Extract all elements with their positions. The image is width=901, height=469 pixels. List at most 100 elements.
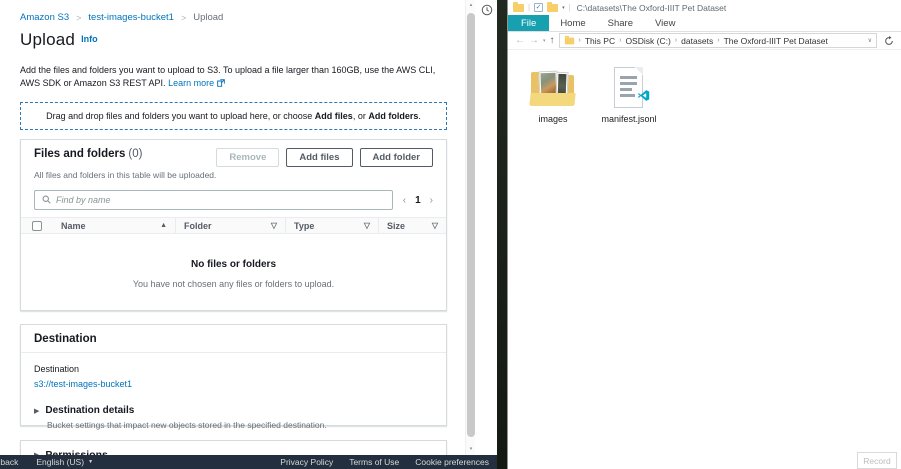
console-footer: Feedback English (US) ▼ Privacy Policy T… (0, 455, 497, 469)
folder-icon (564, 37, 573, 44)
pagination-prev-icon[interactable]: ‹ (403, 195, 406, 206)
column-header-type[interactable]: Type ▽ (285, 218, 378, 233)
privacy-policy-link[interactable]: Privacy Policy (280, 457, 333, 467)
address-segment-osdisk[interactable]: OSDisk (C:) (625, 36, 670, 46)
description-text: Add the files and folders you want to up… (20, 65, 435, 88)
folder-icon[interactable] (547, 4, 558, 12)
caret-down-icon: ▼ (88, 459, 93, 465)
page-description: Add the files and folders you want to up… (20, 64, 452, 91)
destination-bucket-link[interactable]: s3://test-images-bucket1 (34, 379, 132, 389)
scrollbar-thumb[interactable] (467, 13, 475, 437)
tab-home[interactable]: Home (549, 15, 596, 31)
address-segment-datasets[interactable]: datasets (681, 36, 713, 46)
titlebar-separator: | (569, 3, 571, 12)
filter-icon[interactable]: ▽ (271, 221, 277, 230)
destination-field-label: Destination (34, 364, 433, 374)
triangle-right-icon: ▶ (34, 407, 39, 415)
breadcrumb-bucket-link[interactable]: test-images-bucket1 (88, 12, 174, 23)
folder-icon (513, 4, 524, 12)
recent-locations-caret-icon[interactable]: ▾ (543, 38, 546, 44)
page-title: Upload (20, 30, 75, 50)
language-selector[interactable]: English (US) ▼ (36, 457, 93, 467)
column-header-size[interactable]: Size ▽ (378, 218, 446, 233)
window-title: C:\datasets\The Oxford-IIIT Pet Dataset (577, 3, 727, 13)
page-scrollbar[interactable]: ▴ ▾ (465, 0, 475, 455)
address-dropdown-icon[interactable]: ∨ (868, 37, 872, 44)
tab-share[interactable]: Share (597, 15, 644, 31)
filter-icon[interactable]: ▽ (364, 221, 370, 230)
address-separator-icon: › (619, 37, 621, 44)
file-item-label: manifest.jsonl (601, 114, 656, 124)
empty-state-title: No files or folders (21, 259, 446, 270)
breadcrumb-amazon-s3-link[interactable]: Amazon S3 (20, 12, 69, 23)
breadcrumb-separator-icon: > (181, 13, 186, 23)
ribbon-tabs: File Home Share View (508, 15, 901, 32)
info-link[interactable]: Info (81, 34, 98, 44)
permissions-toggle[interactable]: ▶ Permissions (21, 441, 446, 455)
breadcrumb-separator-icon: > (76, 13, 81, 23)
remove-button[interactable]: Remove (216, 148, 279, 167)
pagination-next-icon[interactable]: › (430, 195, 433, 206)
back-icon[interactable]: ← (515, 36, 525, 46)
column-name-label: Name (61, 221, 86, 231)
column-header-name[interactable]: Name ▲ (53, 218, 175, 233)
browser-window: Amazon S3 > test-images-bucket1 > Upload… (0, 0, 497, 469)
breadcrumb: Amazon S3 > test-images-bucket1 > Upload (20, 12, 223, 23)
destination-details-toggle[interactable]: ▶ Destination details (34, 405, 433, 416)
filter-icon[interactable]: ▽ (432, 221, 438, 230)
clock-icon[interactable] (481, 3, 497, 21)
add-folder-button[interactable]: Add folder (360, 148, 434, 167)
file-list: images (508, 50, 901, 124)
file-item-label: images (538, 114, 567, 124)
address-separator-icon: › (717, 37, 719, 44)
search-input[interactable] (56, 195, 385, 205)
dropzone-add-folders-text: Add folders (368, 111, 418, 121)
files-table-header: Name ▲ Folder ▽ Type ▽ Size ▽ (21, 217, 446, 234)
empty-state-subtitle: You have not chosen any files or folders… (21, 279, 446, 289)
breadcrumb-current: Upload (193, 12, 223, 23)
sort-ascending-icon: ▲ (160, 222, 167, 229)
pagination-current-page[interactable]: 1 (415, 195, 421, 206)
file-item-manifest[interactable]: manifest.jsonl (598, 58, 660, 124)
destination-details-description: Bucket settings that impact new objects … (47, 420, 433, 430)
search-icon (42, 191, 51, 209)
address-toolbar: ← → ▾ ↑ › This PC › OSDisk (C:) › datase… (508, 32, 901, 50)
pagination: ‹ 1 › (403, 195, 433, 206)
feedback-link[interactable]: Feedback (0, 457, 18, 467)
destination-panel-title: Destination (21, 325, 446, 353)
screen: Amazon S3 > test-images-bucket1 > Upload… (0, 0, 901, 469)
address-segment-this-pc[interactable]: This PC (585, 36, 615, 46)
destination-details-label: Destination details (45, 405, 134, 416)
record-button[interactable]: Record (857, 452, 897, 469)
checkmark-icon[interactable]: ✓ (534, 3, 543, 12)
s3-upload-page: Amazon S3 > test-images-bucket1 > Upload… (0, 0, 465, 455)
browser-side-gutter (475, 0, 497, 455)
files-panel-title: Files and folders (34, 148, 125, 160)
up-icon[interactable]: ↑ (550, 36, 555, 46)
explorer-titlebar: | ✓ ▾ | C:\datasets\The Oxford-IIIT Pet … (508, 0, 901, 15)
address-separator-icon: › (675, 37, 677, 44)
learn-more-link[interactable]: Learn more (168, 78, 214, 88)
external-link-icon (217, 78, 225, 91)
quick-access-caret-icon[interactable]: ▾ (562, 5, 565, 11)
address-separator-icon: › (579, 37, 581, 44)
files-panel-subtitle: All files and folders in this table will… (34, 170, 433, 180)
column-header-folder[interactable]: Folder ▽ (175, 218, 285, 233)
tab-view[interactable]: View (644, 15, 686, 31)
tab-file[interactable]: File (508, 15, 549, 31)
explorer-window: | ✓ ▾ | C:\datasets\The Oxford-IIIT Pet … (507, 0, 901, 469)
address-bar[interactable]: › This PC › OSDisk (C:) › datasets › The… (559, 33, 877, 48)
dropzone-add-files-text: Add files (315, 111, 353, 121)
upload-dropzone[interactable]: Drag and drop files and folders you want… (20, 102, 447, 130)
terms-of-use-link[interactable]: Terms of Use (349, 457, 399, 467)
refresh-icon[interactable] (881, 36, 896, 46)
select-all-checkbox[interactable] (32, 221, 42, 231)
cookie-preferences-link[interactable]: Cookie preferences (415, 457, 489, 467)
add-files-button[interactable]: Add files (286, 148, 352, 167)
column-type-label: Type (294, 221, 314, 231)
file-item-images[interactable]: images (522, 58, 584, 124)
address-segment-dataset-folder[interactable]: The Oxford-IIIT Pet Dataset (724, 36, 828, 46)
vscode-badge-icon (637, 89, 650, 107)
forward-icon[interactable]: → (529, 36, 539, 46)
dropzone-text: Drag and drop files and folders you want… (46, 111, 315, 121)
